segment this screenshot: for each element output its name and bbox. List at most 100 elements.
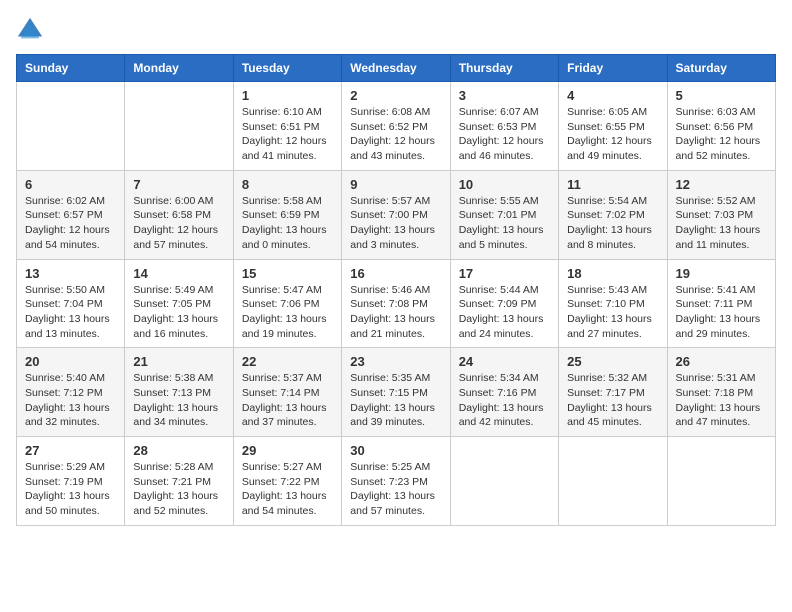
day-number: 11 (567, 177, 658, 192)
calendar-day-cell: 7 Sunrise: 6:00 AMSunset: 6:58 PMDaylight… (125, 170, 233, 259)
day-info: Sunrise: 5:29 AMSunset: 7:19 PMDaylight:… (25, 460, 116, 519)
day-info: Sunrise: 5:47 AMSunset: 7:06 PMDaylight:… (242, 283, 333, 342)
calendar-day-cell: 30 Sunrise: 5:25 AMSunset: 7:23 PMDayligh… (342, 437, 450, 526)
calendar-day-cell: 18Sunrise: 5:43 AMSunset: 7:10 PMDayligh… (559, 259, 667, 348)
day-info: Sunrise: 5:52 AMSunset: 7:03 PMDaylight:… (676, 194, 767, 253)
day-info: Sunrise: 5:50 AMSunset: 7:04 PMDaylight:… (25, 283, 116, 342)
day-info: Sunrise: 5:55 AMSunset: 7:01 PMDaylight:… (459, 194, 550, 253)
day-number: 10 (459, 177, 550, 192)
day-info: Sunrise: 6:03 AMSunset: 6:56 PMDaylight:… (676, 105, 767, 164)
day-info: Sunrise: 5:58 AMSunset: 6:59 PMDaylight:… (242, 194, 333, 253)
day-info: Sunrise: 5:54 AMSunset: 7:02 PMDaylight:… (567, 194, 658, 253)
calendar-day-cell: 24 Sunrise: 5:34 AMSunset: 7:16 PMDayligh… (450, 348, 558, 437)
day-number: 2 (350, 88, 441, 103)
weekday-header-cell: Monday (125, 55, 233, 82)
calendar-day-cell: 14 Sunrise: 5:49 AMSunset: 7:05 PMDayligh… (125, 259, 233, 348)
day-number: 22 (242, 354, 333, 369)
day-number: 26 (676, 354, 767, 369)
day-info: Sunrise: 5:25 AMSunset: 7:23 PMDaylight:… (350, 460, 441, 519)
calendar-day-cell: 4 Sunrise: 6:05 AMSunset: 6:55 PMDaylight… (559, 82, 667, 171)
calendar-day-cell: 5 Sunrise: 6:03 AMSunset: 6:56 PMDaylight… (667, 82, 775, 171)
day-number: 6 (25, 177, 116, 192)
calendar-day-cell: 3Sunrise: 6:07 AMSunset: 6:53 PMDaylight… (450, 82, 558, 171)
day-number: 16 (350, 266, 441, 281)
calendar-table: SundayMondayTuesdayWednesdayThursdayFrid… (16, 54, 776, 526)
calendar-day-cell: 2 Sunrise: 6:08 AMSunset: 6:52 PMDaylight… (342, 82, 450, 171)
day-info: Sunrise: 6:08 AMSunset: 6:52 PMDaylight:… (350, 105, 441, 164)
weekday-header-row: SundayMondayTuesdayWednesdayThursdayFrid… (17, 55, 776, 82)
calendar-day-cell: 26 Sunrise: 5:31 AMSunset: 7:18 PMDayligh… (667, 348, 775, 437)
day-number: 4 (567, 88, 658, 103)
day-number: 28 (133, 443, 224, 458)
day-number: 30 (350, 443, 441, 458)
day-number: 20 (25, 354, 116, 369)
day-number: 13 (25, 266, 116, 281)
day-number: 21 (133, 354, 224, 369)
calendar-day-cell: 13 Sunrise: 5:50 AMSunset: 7:04 PMDayligh… (17, 259, 125, 348)
calendar-day-cell: 9 Sunrise: 5:57 AMSunset: 7:00 PMDaylight… (342, 170, 450, 259)
calendar-day-cell: 19 Sunrise: 5:41 AMSunset: 7:11 PMDayligh… (667, 259, 775, 348)
day-number: 18 (567, 266, 658, 281)
day-info: Sunrise: 5:40 AMSunset: 7:12 PMDaylight:… (25, 371, 116, 430)
calendar-day-cell: 20 Sunrise: 5:40 AMSunset: 7:12 PMDayligh… (17, 348, 125, 437)
weekday-header-cell: Saturday (667, 55, 775, 82)
calendar-day-cell: 27 Sunrise: 5:29 AMSunset: 7:19 PMDayligh… (17, 437, 125, 526)
calendar-day-cell: 23Sunrise: 5:35 AMSunset: 7:15 PMDayligh… (342, 348, 450, 437)
day-info: Sunrise: 5:38 AMSunset: 7:13 PMDaylight:… (133, 371, 224, 430)
day-info: Sunrise: 5:41 AMSunset: 7:11 PMDaylight:… (676, 283, 767, 342)
calendar-day-cell (667, 437, 775, 526)
day-number: 15 (242, 266, 333, 281)
calendar-week-row: 27 Sunrise: 5:29 AMSunset: 7:19 PMDayligh… (17, 437, 776, 526)
calendar-day-cell: 6Sunrise: 6:02 AMSunset: 6:57 PMDaylight… (17, 170, 125, 259)
page-header (16, 16, 776, 44)
calendar-day-cell: 11 Sunrise: 5:54 AMSunset: 7:02 PMDayligh… (559, 170, 667, 259)
logo (16, 16, 48, 44)
calendar-day-cell: 28 Sunrise: 5:28 AMSunset: 7:21 PMDayligh… (125, 437, 233, 526)
day-number: 12 (676, 177, 767, 192)
day-number: 9 (350, 177, 441, 192)
calendar-week-row: 1 Sunrise: 6:10 AMSunset: 6:51 PMDaylight… (17, 82, 776, 171)
day-info: Sunrise: 5:34 AMSunset: 7:16 PMDaylight:… (459, 371, 550, 430)
calendar-day-cell: 8 Sunrise: 5:58 AMSunset: 6:59 PMDaylight… (233, 170, 341, 259)
day-number: 19 (676, 266, 767, 281)
day-info: Sunrise: 6:10 AMSunset: 6:51 PMDaylight:… (242, 105, 333, 164)
day-info: Sunrise: 6:05 AMSunset: 6:55 PMDaylight:… (567, 105, 658, 164)
day-info: Sunrise: 5:27 AMSunset: 7:22 PMDaylight:… (242, 460, 333, 519)
day-info: Sunrise: 5:57 AMSunset: 7:00 PMDaylight:… (350, 194, 441, 253)
day-number: 24 (459, 354, 550, 369)
calendar-day-cell: 22Sunrise: 5:37 AMSunset: 7:14 PMDayligh… (233, 348, 341, 437)
day-number: 8 (242, 177, 333, 192)
calendar-day-cell: 25Sunrise: 5:32 AMSunset: 7:17 PMDayligh… (559, 348, 667, 437)
day-info: Sunrise: 6:00 AMSunset: 6:58 PMDaylight:… (133, 194, 224, 253)
day-info: Sunrise: 5:28 AMSunset: 7:21 PMDaylight:… (133, 460, 224, 519)
calendar-day-cell: 16 Sunrise: 5:46 AMSunset: 7:08 PMDayligh… (342, 259, 450, 348)
calendar-day-cell (559, 437, 667, 526)
calendar-week-row: 13 Sunrise: 5:50 AMSunset: 7:04 PMDayligh… (17, 259, 776, 348)
day-number: 1 (242, 88, 333, 103)
calendar-day-cell: 10 Sunrise: 5:55 AMSunset: 7:01 PMDayligh… (450, 170, 558, 259)
day-number: 29 (242, 443, 333, 458)
day-number: 7 (133, 177, 224, 192)
weekday-header-cell: Tuesday (233, 55, 341, 82)
calendar-day-cell (450, 437, 558, 526)
day-number: 5 (676, 88, 767, 103)
weekday-header-cell: Wednesday (342, 55, 450, 82)
calendar-day-cell: 12 Sunrise: 5:52 AMSunset: 7:03 PMDayligh… (667, 170, 775, 259)
day-info: Sunrise: 5:32 AMSunset: 7:17 PMDaylight:… (567, 371, 658, 430)
day-number: 3 (459, 88, 550, 103)
day-number: 14 (133, 266, 224, 281)
day-number: 27 (25, 443, 116, 458)
day-info: Sunrise: 5:49 AMSunset: 7:05 PMDaylight:… (133, 283, 224, 342)
logo-icon (16, 16, 44, 44)
calendar-day-cell: 21 Sunrise: 5:38 AMSunset: 7:13 PMDayligh… (125, 348, 233, 437)
day-info: Sunrise: 5:31 AMSunset: 7:18 PMDaylight:… (676, 371, 767, 430)
calendar-day-cell: 29 Sunrise: 5:27 AMSunset: 7:22 PMDayligh… (233, 437, 341, 526)
calendar-day-cell: 15 Sunrise: 5:47 AMSunset: 7:06 PMDayligh… (233, 259, 341, 348)
weekday-header-cell: Sunday (17, 55, 125, 82)
calendar-day-cell: 1 Sunrise: 6:10 AMSunset: 6:51 PMDaylight… (233, 82, 341, 171)
calendar-week-row: 20 Sunrise: 5:40 AMSunset: 7:12 PMDayligh… (17, 348, 776, 437)
weekday-header-cell: Thursday (450, 55, 558, 82)
day-info: Sunrise: 5:35 AMSunset: 7:15 PMDaylight:… (350, 371, 441, 430)
calendar-day-cell (125, 82, 233, 171)
day-info: Sunrise: 5:46 AMSunset: 7:08 PMDaylight:… (350, 283, 441, 342)
